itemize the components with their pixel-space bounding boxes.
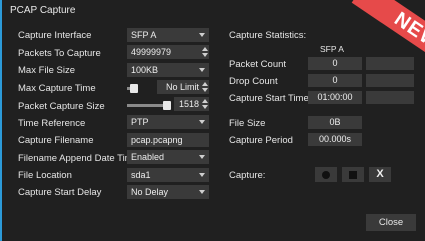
capture-start-time-value: 01:00:00	[308, 91, 362, 104]
capture-period-value: 00.000s	[308, 133, 362, 146]
file-size-label: File Size	[229, 118, 266, 129]
filename-append-label: Filename Append Date Time	[18, 153, 138, 164]
packet-capture-size-label: Packet Capture Size	[18, 101, 105, 112]
stepper-icon[interactable]	[202, 98, 208, 110]
packet-capture-size-input[interactable]: 1518	[174, 97, 209, 111]
max-capture-time-input[interactable]: No Limit	[157, 80, 209, 94]
chevron-down-icon	[199, 33, 205, 37]
stepper-icon[interactable]	[202, 81, 208, 93]
drop-count-label: Drop Count	[229, 76, 278, 87]
capture-start-delay-select[interactable]: No Delay	[127, 185, 209, 199]
packets-to-capture-value: 49999979	[131, 47, 172, 57]
packet-capture-size-value: 1518	[178, 99, 199, 109]
chevron-down-icon	[199, 68, 205, 72]
record-icon	[322, 171, 330, 179]
max-capture-time-label: Max Capture Time	[18, 83, 96, 94]
window-title: PCAP Capture	[10, 5, 76, 16]
packet-count-label: Packet Count	[229, 59, 287, 70]
max-file-size-select[interactable]: 100KB	[127, 63, 209, 77]
capture-interface-label: Capture Interface	[18, 30, 92, 41]
packets-to-capture-input[interactable]: 49999979	[127, 45, 209, 59]
packet-count-value: 0	[308, 57, 362, 70]
capture-filename-input[interactable]: pcap.pcapng	[127, 133, 209, 147]
capture-start-time-label: Capture Start Time	[229, 93, 309, 104]
capture-interface-select[interactable]: SFP A	[127, 28, 209, 42]
time-reference-select[interactable]: PTP	[127, 115, 209, 129]
stop-icon	[349, 171, 357, 179]
capture-label: Capture:	[229, 170, 266, 181]
stats-column-header: SFP A	[320, 44, 344, 54]
file-location-value: sda1	[131, 170, 151, 180]
max-capture-time-value: No Limit	[165, 82, 199, 92]
capture-period-label: Capture Period	[229, 135, 293, 146]
filename-append-value: Enabled	[131, 152, 165, 162]
capture-interface-value: SFP A	[131, 30, 157, 40]
max-file-size-label: Max File Size	[18, 65, 76, 76]
packets-to-capture-label: Packets To Capture	[18, 48, 101, 59]
chevron-down-icon	[199, 173, 205, 177]
clear-button[interactable]: X	[369, 167, 391, 182]
pcap-capture-window: PCAP Capture Capture Interface SFP A Pac…	[0, 0, 425, 241]
packet-capture-size-slider-thumb[interactable]	[163, 101, 171, 110]
filename-append-select[interactable]: Enabled	[127, 150, 209, 164]
capture-filename-label: Capture Filename	[18, 135, 94, 146]
file-location-select[interactable]: sda1	[127, 168, 209, 182]
time-reference-value: PTP	[131, 117, 149, 127]
max-capture-time-slider-thumb[interactable]	[130, 84, 138, 93]
drop-count-value: 0	[308, 74, 362, 87]
packet-capture-size-slider-track[interactable]	[127, 104, 165, 107]
stop-capture-button[interactable]	[342, 167, 364, 182]
capture-start-delay-label: Capture Start Delay	[18, 187, 102, 198]
file-size-value: 0B	[308, 116, 362, 129]
time-reference-label: Time Reference	[18, 118, 86, 129]
close-button[interactable]: Close	[366, 214, 416, 231]
capture-start-time-extra	[366, 91, 414, 104]
max-file-size-value: 100KB	[131, 65, 159, 75]
chevron-down-icon	[199, 120, 205, 124]
capture-filename-value: pcap.pcapng	[131, 135, 183, 145]
stepper-icon[interactable]	[202, 46, 208, 58]
packet-count-extra	[366, 57, 414, 70]
capture-start-delay-value: No Delay	[131, 187, 169, 197]
chevron-down-icon	[199, 190, 205, 194]
record-button[interactable]	[315, 167, 337, 182]
file-location-label: File Location	[18, 170, 72, 181]
chevron-down-icon	[199, 155, 205, 159]
stats-title: Capture Statistics:	[229, 30, 307, 41]
drop-count-extra	[366, 74, 414, 87]
